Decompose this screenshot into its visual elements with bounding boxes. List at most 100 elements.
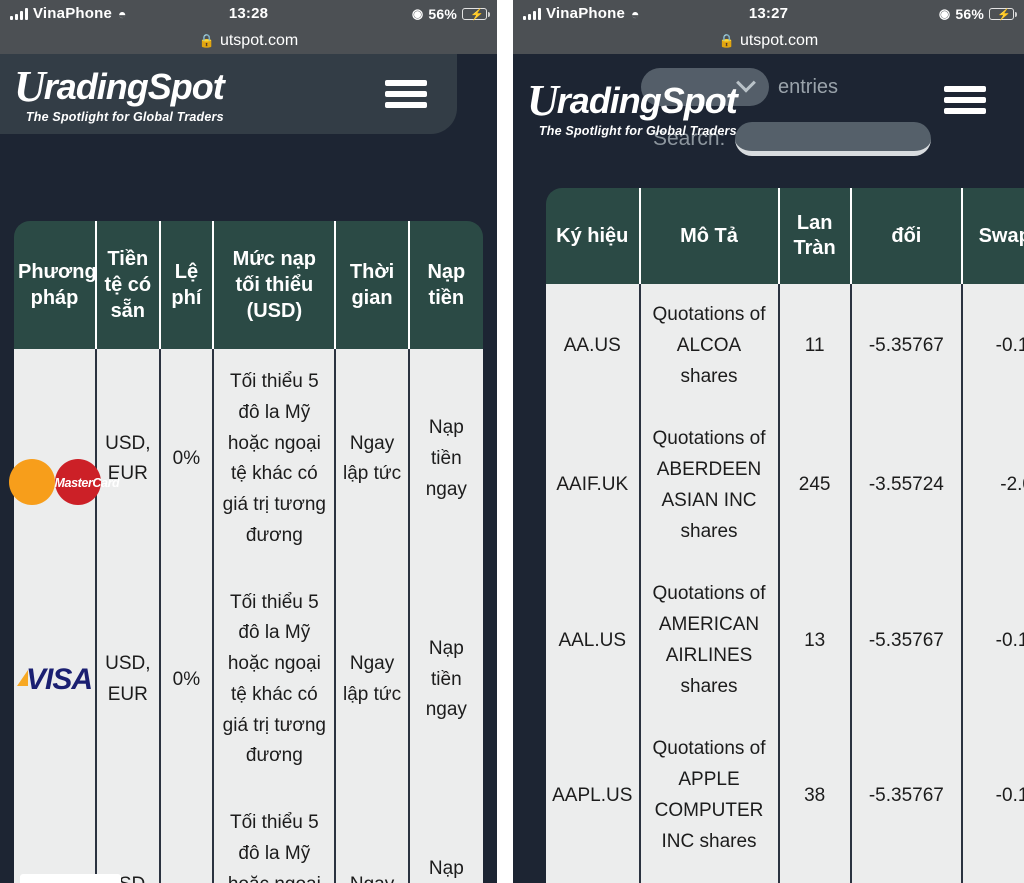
col-header-swap-short[interactable]: Swap short bbox=[962, 188, 1024, 284]
cell-spread: 38 bbox=[779, 718, 852, 874]
table-header-row: Phương pháp Tiền tệ có sẵn Lệ phí Mức nạ… bbox=[14, 221, 483, 349]
instruments-table-scroll[interactable]: Ký hiệu Mô Tả Lan Tràn đối Swap short AA… bbox=[513, 54, 1024, 883]
table-row: ABBV.US Quotations of ABBVIE INC shares … bbox=[546, 873, 1024, 883]
status-right-group: ◉ 56% ⚡ bbox=[411, 5, 490, 22]
cell-spread: 13 bbox=[779, 563, 852, 719]
cell-swap-short: -0.11917 bbox=[962, 718, 1024, 874]
cell-symbol: AAPL.US bbox=[546, 718, 641, 874]
mastercard-logo-cell: MasterCard bbox=[8, 349, 120, 570]
cell-time: Ngay lập tức bbox=[336, 569, 410, 791]
site-viewport-right: entries Search: Ký hiệu Mô Tả Lan Tràn đ… bbox=[513, 54, 1024, 883]
battery-charging-icon: ⚡ bbox=[462, 7, 490, 21]
panel-gutter bbox=[497, 0, 513, 883]
url-label: utspot.com bbox=[219, 31, 299, 49]
cell-deposit-action[interactable]: Nạp tiền ngay bbox=[409, 569, 483, 791]
site-header-left: U radingSpot The Spotlight for Global Tr… bbox=[0, 54, 458, 134]
browser-url-bar[interactable]: 🔒 utspot.com bbox=[513, 27, 1024, 54]
cell-swap-short: -0.11917 bbox=[962, 873, 1024, 883]
cell-swap-short: -0.11917 bbox=[962, 563, 1024, 719]
battery-charging-icon: ⚡ bbox=[989, 7, 1017, 21]
table-row: MasterCard USD, EUR 0% Tối thiểu 5 đô la… bbox=[8, 349, 483, 570]
cell-swap-short: -2.0404 bbox=[962, 408, 1024, 564]
status-row: VinaPhone ◓ 13:28 ◉ 56% ⚡ bbox=[0, 0, 497, 27]
table-row: AAL.US Quotations of AMERICAN AIRLINES s… bbox=[546, 563, 1024, 719]
cell-currency: USD, EUR bbox=[97, 790, 161, 883]
screenshot-stage: VinaPhone ◓ 13:28 ◉ 56% ⚡ 🔒 utspot.com P… bbox=[0, 0, 1024, 883]
col-header-time[interactable]: Thời gian bbox=[336, 221, 410, 349]
logo-letter-u: U bbox=[14, 61, 46, 111]
hamburger-menu-icon[interactable] bbox=[944, 81, 986, 119]
instruments-table: Ký hiệu Mô Tả Lan Tràn đối Swap short AA… bbox=[546, 188, 1024, 883]
col-header-minimum[interactable]: Mức nạp tối thiểu (USD) bbox=[214, 221, 337, 349]
cell-description: Quotations of ALCOA shares bbox=[640, 284, 780, 409]
cell-swap-short: -0.11917 bbox=[962, 284, 1024, 409]
cell-fee: 0% bbox=[160, 349, 215, 570]
hamburger-menu-icon[interactable] bbox=[385, 75, 428, 113]
site-viewport-left: Phương pháp Tiền tệ có sẵn Lệ phí Mức nạ… bbox=[0, 54, 497, 883]
carrier-label: VinaPhone bbox=[546, 5, 626, 22]
deposit-table-scroll[interactable]: Phương pháp Tiền tệ có sẵn Lệ phí Mức nạ… bbox=[0, 54, 497, 883]
cell-minimum: Tối thiểu 5 đô la Mỹ hoặc ngoại tệ khác … bbox=[214, 790, 337, 883]
cell-minimum: Tối thiểu 5 đô la Mỹ hoặc ngoại tệ khác … bbox=[214, 349, 337, 570]
col-header-currency[interactable]: Tiền tệ có sẵn bbox=[97, 221, 161, 349]
location-icon: ◉ bbox=[411, 5, 424, 21]
cell-swap-long: -5.35767 bbox=[851, 563, 963, 719]
cell-symbol: AAL.US bbox=[546, 563, 641, 719]
col-header-method[interactable]: Phương pháp bbox=[14, 221, 98, 349]
visa-logo-cell: VISA bbox=[14, 569, 98, 791]
cell-swap-long: -5.35767 bbox=[851, 718, 963, 874]
signal-strength-icon bbox=[10, 7, 28, 20]
table-row: MEGATRANSFER USD, EUR 0% Tối thiểu 5 đô … bbox=[14, 790, 483, 883]
cell-deposit-action[interactable]: Nạp tiền ngay bbox=[409, 790, 483, 883]
site-logo[interactable]: U radingSpot The Spotlight for Global Tr… bbox=[14, 61, 225, 124]
col-header-description[interactable]: Mô Tả bbox=[640, 188, 780, 284]
table-row: AAPL.US Quotations of APPLE COMPUTER INC… bbox=[546, 718, 1024, 874]
visa-logo: VISA bbox=[17, 656, 93, 705]
location-icon: ◉ bbox=[938, 5, 951, 21]
cell-description: Quotations of AMERICAN AIRLINES shares bbox=[640, 563, 780, 719]
cell-minimum: Tối thiểu 5 đô la Mỹ hoặc ngoại tệ khác … bbox=[214, 569, 337, 791]
cell-deposit-action[interactable]: Nạp tiền ngay bbox=[409, 349, 483, 570]
logo-letter-u: U bbox=[527, 75, 559, 125]
cell-fee: 0% bbox=[160, 569, 215, 791]
cell-symbol: AA.US bbox=[546, 284, 641, 409]
site-header-right: U radingSpot The Spotlight for Global Tr… bbox=[513, 54, 1024, 162]
col-header-spread[interactable]: Lan Tràn bbox=[779, 188, 852, 284]
status-row: VinaPhone ◓ 13:27 ◉ 56% ⚡ bbox=[513, 0, 1024, 27]
col-header-fee[interactable]: Lệ phí bbox=[160, 221, 215, 349]
cell-currency: USD, EUR bbox=[97, 569, 161, 791]
cell-symbol: AAIF.UK bbox=[546, 408, 641, 564]
cell-spread: 245 bbox=[779, 408, 852, 564]
table-row: AA.US Quotations of ALCOA shares 11 -5.3… bbox=[546, 284, 1024, 409]
table-row: AAIF.UK Quotations of ABERDEEN ASIAN INC… bbox=[546, 408, 1024, 564]
col-header-swap-long[interactable]: đối bbox=[851, 188, 963, 284]
cell-swap-long: -5.35767 bbox=[851, 284, 963, 409]
browser-url-bar[interactable]: 🔒 utspot.com bbox=[0, 27, 497, 54]
phone-screenshot-right: VinaPhone ◓ 13:27 ◉ 56% ⚡ 🔒 utspot.com e… bbox=[513, 0, 1024, 883]
col-header-deposit[interactable]: Nạp tiền bbox=[409, 221, 483, 349]
cell-currency: USD, EUR bbox=[97, 349, 161, 570]
cell-time: Ngay lập tức bbox=[336, 349, 410, 570]
logo-tagline: The Spotlight for Global Traders bbox=[25, 109, 224, 124]
cell-symbol: ABBV.US bbox=[546, 873, 641, 883]
cell-description: Quotations of APPLE COMPUTER INC shares bbox=[640, 718, 780, 874]
logo-tagline: The Spotlight for Global Traders bbox=[538, 123, 737, 138]
cell-fee: 0% bbox=[160, 790, 215, 883]
ios-status-bar-right: VinaPhone ◓ 13:27 ◉ 56% ⚡ 🔒 utspot.com bbox=[513, 0, 1024, 54]
cell-swap-long: -5.35767 bbox=[851, 873, 963, 883]
logo-wordmark: radingSpot bbox=[556, 79, 738, 121]
site-logo[interactable]: U radingSpot The Spotlight for Global Tr… bbox=[527, 75, 738, 138]
logo-wordmark: radingSpot bbox=[43, 65, 225, 107]
table-header-row: Ký hiệu Mô Tả Lan Tràn đối Swap short bbox=[546, 188, 1024, 284]
battery-percent-label: 56% bbox=[955, 5, 984, 22]
megatransfer-logo: MEGATRANSFER bbox=[20, 874, 122, 883]
battery-percent-label: 56% bbox=[428, 5, 457, 22]
signal-strength-icon bbox=[523, 7, 541, 20]
lock-icon: 🔒 bbox=[718, 32, 735, 48]
cell-description: Quotations of ABBVIE INC shares bbox=[640, 873, 780, 883]
wifi-icon: ◓ bbox=[631, 5, 640, 22]
cell-spread: 11 bbox=[779, 284, 852, 409]
wifi-icon: ◓ bbox=[118, 5, 127, 22]
col-header-symbol[interactable]: Ký hiệu bbox=[546, 188, 641, 284]
lock-icon: 🔒 bbox=[198, 32, 215, 48]
